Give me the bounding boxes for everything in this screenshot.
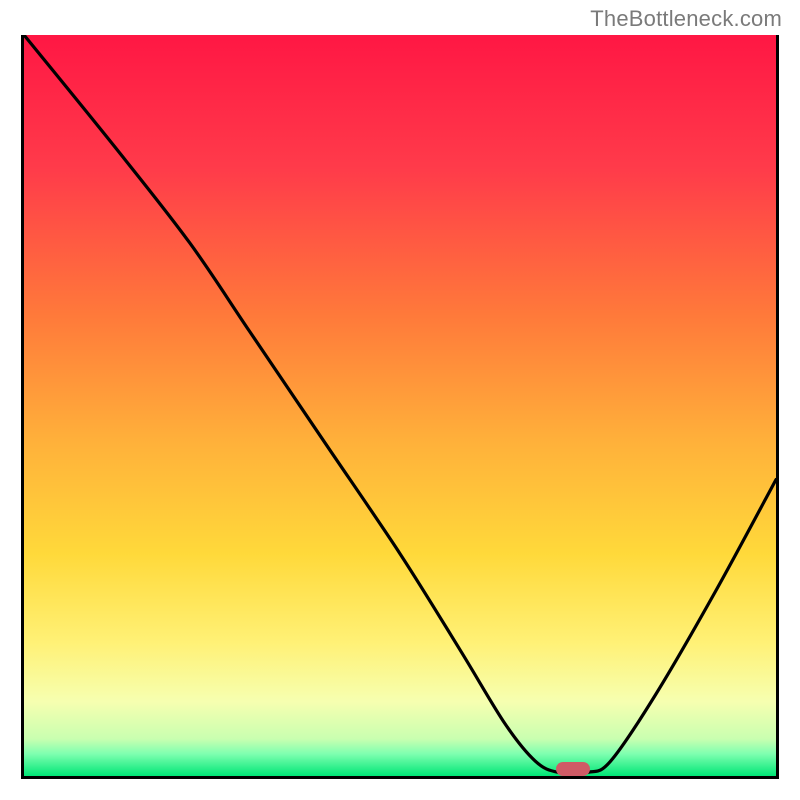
- attribution-text: TheBottleneck.com: [590, 6, 782, 32]
- plot-frame: [21, 35, 779, 779]
